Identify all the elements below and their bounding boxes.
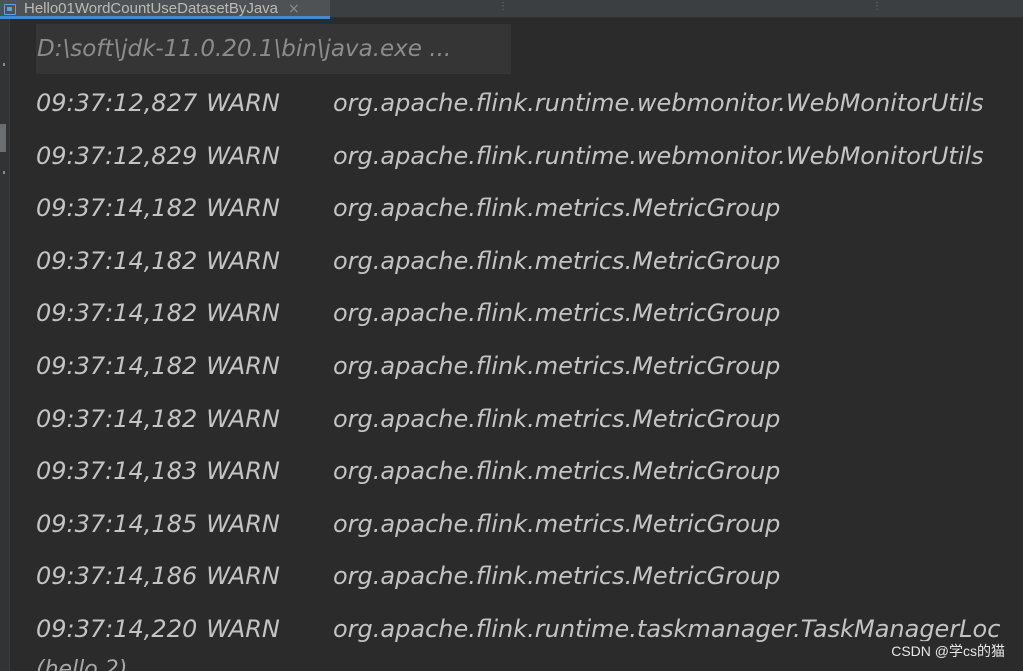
log-timestamp: 09:37:14,182 bbox=[36, 247, 198, 275]
log-line: 09:37:14,182 WARN org.apache.flink.metrics… bbox=[36, 293, 780, 333]
tab-more-icon[interactable]: ⋮ bbox=[498, 0, 508, 14]
tab-more-icon-right[interactable]: ⋮ bbox=[872, 0, 882, 14]
log-level: WARN bbox=[206, 247, 280, 275]
log-logger-name: org.apache.flink.metrics.MetricGroup bbox=[333, 405, 781, 433]
log-line: 09:37:12,829 WARN org.apache.flink.runtime… bbox=[36, 136, 984, 176]
log-level: WARN bbox=[206, 352, 280, 380]
log-line: 09:37:14,182 WARN org.apache.flink.metrics… bbox=[36, 399, 780, 439]
log-logger-name: org.apache.flink.runtime.webmonitor.WebM… bbox=[333, 142, 984, 170]
log-timestamp: 09:37:12,827 bbox=[36, 89, 198, 117]
log-timestamp: 09:37:14,183 bbox=[36, 457, 198, 485]
log-timestamp: 09:37:14,182 bbox=[36, 352, 198, 380]
log-level: WARN bbox=[206, 405, 280, 433]
log-level: WARN bbox=[206, 562, 280, 590]
log-line: 09:37:12,827 WARN org.apache.flink.runtime… bbox=[36, 83, 984, 123]
watermark: CSDN @学cs的猫 bbox=[889, 641, 1007, 661]
log-level: WARN bbox=[206, 615, 280, 643]
log-line: 09:37:14,182 WARN org.apache.flink.metrics… bbox=[36, 241, 780, 281]
log-logger-name: org.apache.flink.metrics.MetricGroup bbox=[333, 299, 781, 327]
console-output[interactable]: D:\soft\jdk-11.0.20.1\bin\java.exe ... 0… bbox=[10, 19, 1023, 671]
log-line: 09:37:14,182 WARN org.apache.flink.metrics… bbox=[36, 346, 780, 386]
log-level: WARN bbox=[206, 457, 280, 485]
log-timestamp: 09:37:14,185 bbox=[36, 510, 198, 538]
gutter-marker bbox=[3, 63, 5, 66]
log-timestamp: 09:37:14,182 bbox=[36, 299, 198, 327]
console-gutter bbox=[0, 19, 10, 671]
console-window-icon bbox=[4, 3, 16, 15]
log-timestamp: 09:37:12,829 bbox=[36, 142, 198, 170]
log-level: WARN bbox=[206, 89, 280, 117]
partial-output-line: (hello,2) bbox=[36, 657, 128, 671]
log-line: 09:37:14,182 WARN org.apache.flink.metrics… bbox=[36, 188, 780, 228]
log-timestamp: 09:37:14,186 bbox=[36, 562, 198, 590]
log-logger-name: org.apache.flink.metrics.MetricGroup bbox=[333, 194, 781, 222]
log-timestamp: 09:37:14,220 bbox=[36, 615, 198, 643]
gutter-scroll-marker[interactable] bbox=[0, 124, 6, 152]
log-line: 09:37:14,186 WARN org.apache.flink.metrics… bbox=[36, 556, 780, 596]
log-level: WARN bbox=[206, 142, 280, 170]
editor-tab-bar: Hello01WordCountUseDatasetByJava × ⋮ ⋮ bbox=[0, 0, 1023, 19]
gutter-marker bbox=[3, 171, 5, 174]
log-line: 09:37:14,220 WARN org.apache.flink.runtime… bbox=[36, 609, 1000, 649]
log-level: WARN bbox=[206, 510, 280, 538]
log-timestamp: 09:37:14,182 bbox=[36, 405, 198, 433]
log-level: WARN bbox=[206, 299, 280, 327]
log-logger-name: org.apache.flink.metrics.MetricGroup bbox=[333, 562, 781, 590]
log-logger-name: org.apache.flink.metrics.MetricGroup bbox=[333, 510, 781, 538]
log-line: 09:37:14,183 WARN org.apache.flink.metrics… bbox=[36, 451, 780, 491]
log-logger-name: org.apache.flink.metrics.MetricGroup bbox=[333, 247, 781, 275]
log-timestamp: 09:37:14,182 bbox=[36, 194, 198, 222]
log-logger-name: org.apache.flink.runtime.webmonitor.WebM… bbox=[333, 89, 984, 117]
log-logger-name: org.apache.flink.metrics.MetricGroup bbox=[333, 457, 781, 485]
log-line: 09:37:14,185 WARN org.apache.flink.metrics… bbox=[36, 504, 780, 544]
log-level: WARN bbox=[206, 194, 280, 222]
run-tab[interactable]: Hello01WordCountUseDatasetByJava × bbox=[0, 0, 330, 19]
log-logger-name: org.apache.flink.metrics.MetricGroup bbox=[333, 352, 781, 380]
command-line[interactable]: D:\soft\jdk-11.0.20.1\bin\java.exe ... bbox=[36, 24, 511, 74]
